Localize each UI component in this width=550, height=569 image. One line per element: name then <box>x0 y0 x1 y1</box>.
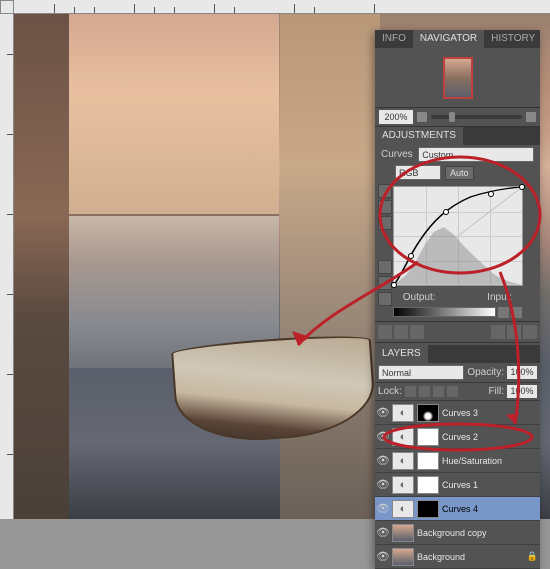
tab-navigator[interactable]: NAVIGATOR <box>413 30 484 48</box>
layer-mask[interactable] <box>417 500 439 518</box>
tab-info[interactable]: INFO <box>375 30 413 48</box>
blend-mode-select[interactable]: Normal <box>378 365 464 380</box>
image-region <box>69 14 279 216</box>
auto-button[interactable]: Auto <box>445 166 474 180</box>
zoom-in-icon[interactable] <box>526 112 536 122</box>
visibility-icon[interactable]: 👁 <box>377 455 389 467</box>
curve-tool-icon[interactable] <box>378 184 392 198</box>
opacity-input[interactable]: 100% <box>507 366 537 379</box>
ruler-origin <box>0 0 14 14</box>
channel-select[interactable]: RGB <box>395 165 441 180</box>
fill-input[interactable]: 100% <box>507 385 537 398</box>
lock-transparent-icon[interactable] <box>405 386 416 397</box>
layer-name[interactable]: Curves 4 <box>442 504 538 514</box>
previous-icon[interactable] <box>491 325 505 339</box>
layer-row[interactable]: 👁 Background🔒 <box>375 545 540 569</box>
view-icon[interactable] <box>394 325 408 339</box>
visibility-icon[interactable]: 👁 <box>377 551 389 563</box>
navigator-tabs: INFO NAVIGATOR HISTORY <box>375 30 540 48</box>
adjustment-footer <box>375 321 540 343</box>
ruler-horizontal[interactable] <box>14 0 550 14</box>
output-label: Output: <box>403 292 436 303</box>
adjustment-thumbnail[interactable]: ◐ <box>392 452 414 470</box>
curve-point[interactable] <box>391 282 397 288</box>
eyedropper-icon[interactable] <box>498 307 509 318</box>
layer-thumbnail[interactable] <box>392 524 414 542</box>
visibility-icon[interactable]: 👁 <box>377 407 389 419</box>
lock-pixels-icon[interactable] <box>419 386 430 397</box>
layer-mask[interactable] <box>417 404 439 422</box>
lock-position-icon[interactable] <box>433 386 444 397</box>
ruler-vertical[interactable] <box>0 14 14 519</box>
lock-label: Lock: <box>378 386 402 397</box>
lock-all-icon[interactable] <box>447 386 458 397</box>
adjustment-thumbnail[interactable]: ◐ <box>392 404 414 422</box>
zoom-out-icon[interactable] <box>417 112 427 122</box>
adjustments-tabs: ADJUSTMENTS <box>375 127 540 145</box>
tab-layers[interactable]: LAYERS <box>375 345 428 363</box>
return-icon[interactable] <box>378 325 392 339</box>
opacity-label: Opacity: <box>467 367 504 378</box>
layer-name[interactable]: Background copy <box>417 528 538 538</box>
gradient-strip <box>393 307 496 317</box>
adjustment-type: Curves <box>381 149 413 160</box>
preset-select[interactable]: Custom <box>418 147 534 162</box>
curve-point[interactable] <box>408 253 414 259</box>
layer-row[interactable]: 👁 Background copy <box>375 521 540 545</box>
clip-icon[interactable] <box>410 325 424 339</box>
layer-list: 👁◐Curves 3👁◐Curves 2👁◐Hue/Saturation👁◐Cu… <box>375 401 540 569</box>
visibility-icon[interactable]: 👁 <box>377 479 389 491</box>
navigator-thumbnail[interactable] <box>443 57 473 99</box>
layer-name[interactable]: Curves 1 <box>442 480 538 490</box>
adjustment-thumbnail[interactable]: ◐ <box>392 428 414 446</box>
layer-mask[interactable] <box>417 428 439 446</box>
black-point-icon[interactable] <box>378 260 392 274</box>
layer-name[interactable]: Curves 2 <box>442 432 538 442</box>
reset-icon[interactable] <box>507 325 521 339</box>
white-point-icon[interactable] <box>378 292 392 306</box>
tab-adjustments[interactable]: ADJUSTMENTS <box>375 127 463 145</box>
layer-row[interactable]: 👁◐ Curves 3 <box>375 401 540 425</box>
layer-mask[interactable] <box>417 476 439 494</box>
visibility-icon[interactable]: 👁 <box>377 431 389 443</box>
lock-icon: 🔒 <box>527 551 538 562</box>
image-region <box>280 14 380 519</box>
fill-label: Fill: <box>488 386 504 397</box>
eyedropper-icon[interactable] <box>511 307 522 318</box>
layer-row[interactable]: 👁◐ Hue/Saturation <box>375 449 540 473</box>
curve-point[interactable] <box>519 184 525 190</box>
gray-point-icon[interactable] <box>378 276 392 290</box>
visibility-icon[interactable]: 👁 <box>377 503 389 515</box>
zoom-slider[interactable] <box>431 115 522 119</box>
curve-point[interactable] <box>443 209 449 215</box>
layer-thumbnail[interactable] <box>392 548 414 566</box>
layer-row[interactable]: 👁◐ Curves 2 <box>375 425 540 449</box>
layer-row[interactable]: 👁◐ Curves 4 <box>375 497 540 521</box>
adjustment-thumbnail[interactable]: ◐ <box>392 476 414 494</box>
target-adjust-icon[interactable] <box>378 216 392 230</box>
image-region <box>14 14 69 519</box>
input-label: Input: <box>487 292 512 303</box>
navigator-preview[interactable] <box>375 48 540 108</box>
curve-line <box>394 187 522 285</box>
layer-name[interactable]: Hue/Saturation <box>442 456 538 466</box>
trash-icon[interactable] <box>523 325 537 339</box>
layer-mask[interactable] <box>417 452 439 470</box>
layer-name[interactable]: Curves 3 <box>442 408 538 418</box>
curves-graph[interactable] <box>393 186 523 286</box>
visibility-icon[interactable]: 👁 <box>377 527 389 539</box>
adjustment-thumbnail[interactable]: ◐ <box>392 500 414 518</box>
zoom-input[interactable]: 200% <box>379 110 413 124</box>
curve-point[interactable] <box>488 191 494 197</box>
pencil-tool-icon[interactable] <box>378 200 392 214</box>
layer-row[interactable]: 👁◐ Curves 1 <box>375 473 540 497</box>
layer-name[interactable]: Background <box>417 552 524 562</box>
tab-history[interactable]: HISTORY <box>484 30 542 48</box>
